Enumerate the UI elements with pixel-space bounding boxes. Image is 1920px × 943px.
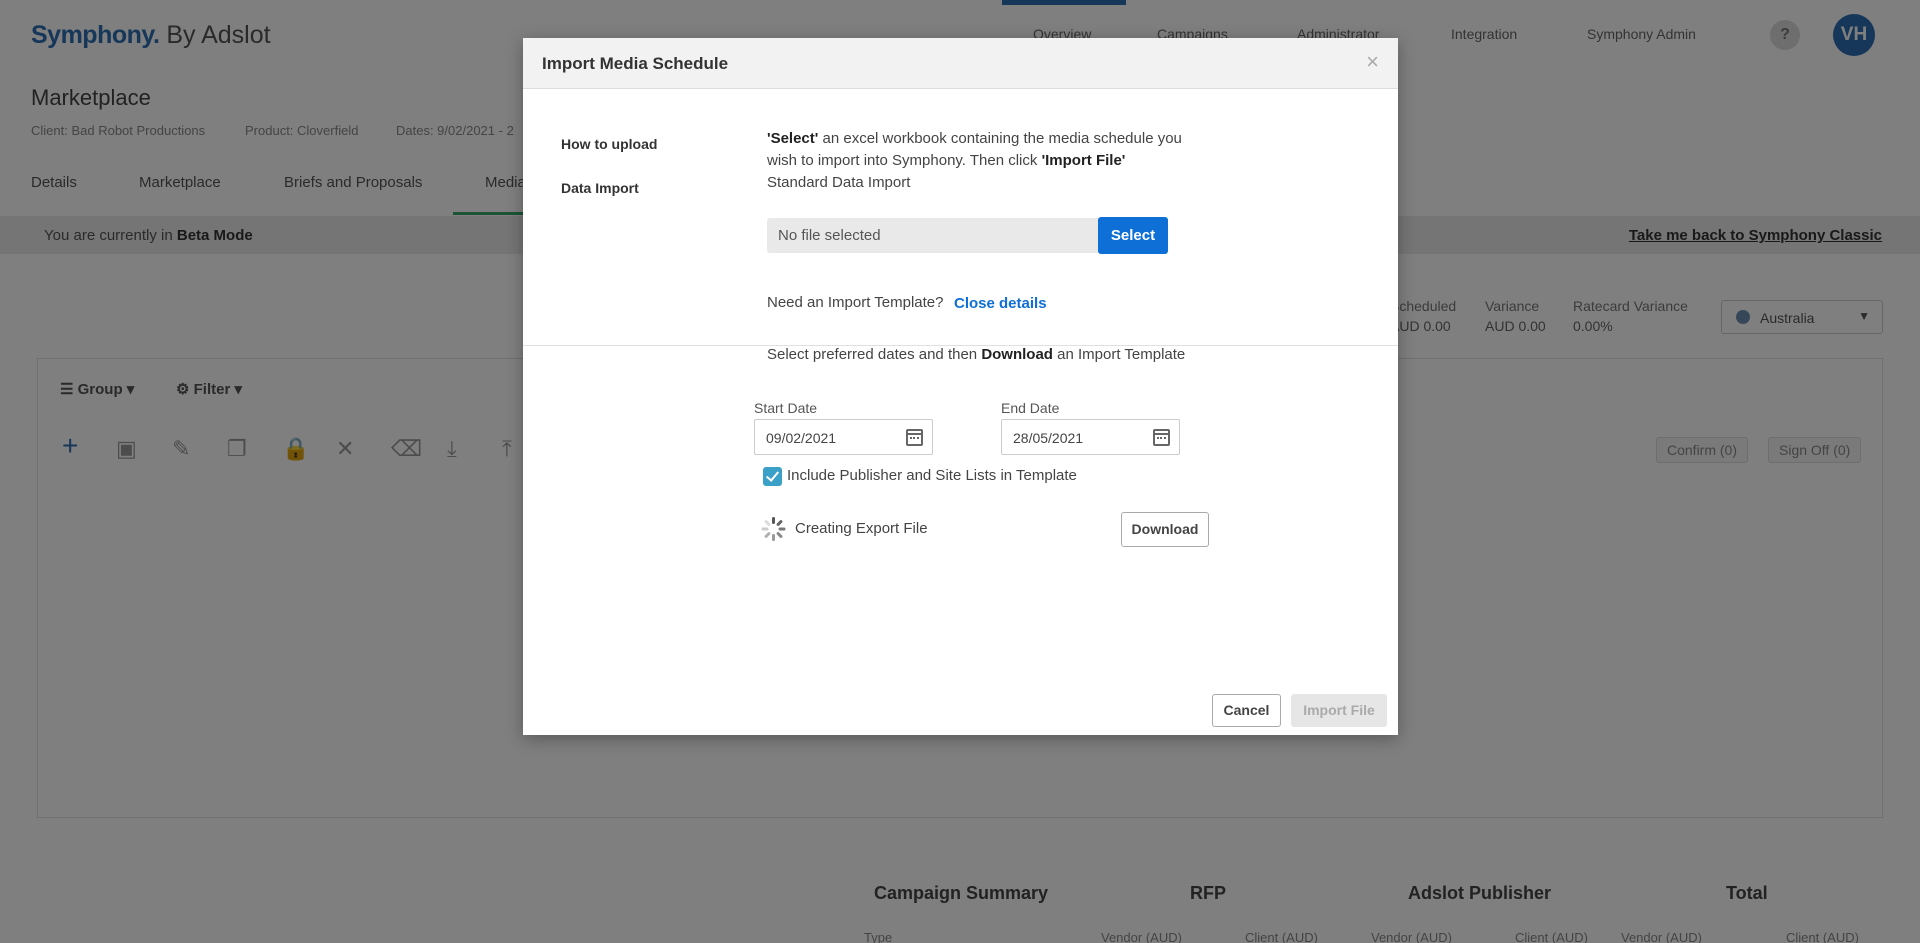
end-date-label: End Date xyxy=(1001,400,1060,416)
side-nav-data-import[interactable]: Data Import xyxy=(561,180,639,196)
loading-spinner-icon xyxy=(761,517,786,541)
file-input[interactable]: No file selected xyxy=(767,218,1099,253)
calendar-icon[interactable] xyxy=(906,429,923,446)
start-date-input[interactable]: 09/02/2021 xyxy=(754,419,933,455)
side-nav-how-to-upload[interactable]: How to upload xyxy=(561,136,657,152)
import-media-schedule-dialog: Import Media Schedule × How to upload Da… xyxy=(523,38,1398,735)
import-file-button: Import File xyxy=(1291,694,1387,727)
close-icon[interactable]: × xyxy=(1366,51,1379,73)
upload-instructions: 'Select' an excel workbook containing th… xyxy=(767,130,1182,191)
calendar-icon[interactable] xyxy=(1153,429,1170,446)
cancel-button[interactable]: Cancel xyxy=(1212,694,1281,727)
end-date-input[interactable]: 28/05/2021 xyxy=(1001,419,1180,455)
modal-header: Import Media Schedule × xyxy=(523,38,1398,89)
download-button[interactable]: Download xyxy=(1121,512,1209,547)
start-date-label: Start Date xyxy=(754,400,818,416)
export-status: Creating Export File xyxy=(795,520,928,537)
file-input-placeholder: No file selected xyxy=(778,227,881,244)
modal-title: Import Media Schedule xyxy=(542,54,729,73)
select-file-button[interactable]: Select xyxy=(1098,217,1168,254)
import-template-question: Need an Import Template? xyxy=(767,294,944,311)
close-details-link[interactable]: Close details xyxy=(954,295,1047,312)
include-lists-checkbox[interactable] xyxy=(763,467,782,486)
template-instructions: Select preferred dates and then Download… xyxy=(767,346,1186,363)
end-date-value: 28/05/2021 xyxy=(1013,430,1084,446)
include-lists-label[interactable]: Include Publisher and Site Lists in Temp… xyxy=(787,467,1077,484)
start-date-value: 09/02/2021 xyxy=(766,430,837,446)
